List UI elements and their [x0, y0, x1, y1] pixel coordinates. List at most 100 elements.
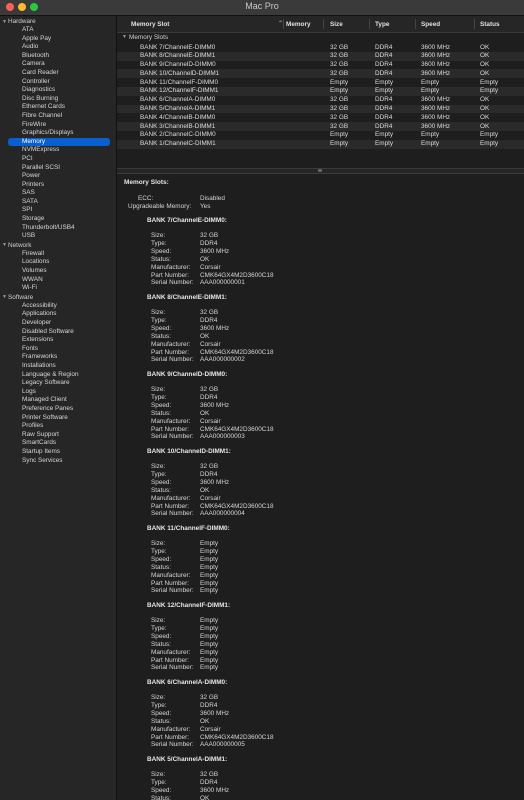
- sidebar-item-fibre-channel[interactable]: Fibre Channel: [0, 112, 116, 121]
- property-value: 32 GB: [200, 694, 219, 701]
- property-label: Manufacturer:: [151, 648, 191, 656]
- sidebar-item-pci[interactable]: PCI: [0, 155, 116, 164]
- sidebar-item-storage[interactable]: Storage: [0, 215, 116, 224]
- cell-speed: 3600 MHz: [421, 69, 451, 77]
- sidebar-item-wi-fi[interactable]: Wi-Fi: [0, 284, 116, 293]
- splitter-grip-icon[interactable]: [318, 169, 322, 172]
- sidebar-item-parallel-scsi[interactable]: Parallel SCSI: [0, 164, 116, 173]
- column-separator[interactable]: [283, 19, 284, 29]
- property-value: DDR4: [200, 470, 218, 478]
- sidebar-item-managed-client[interactable]: Managed Client: [0, 396, 116, 405]
- column-separator[interactable]: [415, 19, 416, 29]
- sidebar-item-extensions[interactable]: Extensions: [0, 336, 116, 345]
- column-separator[interactable]: [369, 19, 370, 29]
- column-header-size[interactable]: Size: [330, 21, 343, 28]
- property-value: DDR4: [200, 778, 218, 786]
- sidebar-item-ethernet-cards[interactable]: Ethernet Cards: [0, 103, 116, 112]
- column-separator[interactable]: [323, 19, 324, 29]
- table-row[interactable]: BANK 9/ChannelD-DIMM0 32 GB DDR4 3600 MH…: [117, 61, 524, 70]
- sidebar-group-hardware[interactable]: ▼ Hardware: [0, 17, 116, 26]
- sidebar-item-developer[interactable]: Developer: [0, 319, 116, 328]
- property-value: CMK64GX4M2D3600C18: [200, 733, 274, 741]
- property-value: 32 GB: [200, 771, 219, 778]
- sidebar-item-sas[interactable]: SAS: [0, 189, 116, 198]
- property-label: Part Number:: [151, 579, 190, 587]
- sidebar-item-bluetooth[interactable]: Bluetooth: [0, 52, 116, 61]
- property-label: Part Number:: [151, 271, 190, 279]
- property-value: 32 GB: [200, 463, 219, 470]
- cell-speed: 3600 MHz: [421, 113, 451, 121]
- sidebar-item-firewire[interactable]: FireWire: [0, 121, 116, 130]
- sidebar-item-sata[interactable]: SATA: [0, 198, 116, 207]
- sidebar-item-printer-software[interactable]: Printer Software: [0, 414, 116, 423]
- table-row[interactable]: BANK 4/ChannelB-DIMM0 32 GB DDR4 3600 MH…: [117, 113, 524, 122]
- sidebar-item-language-region[interactable]: Language & Region: [0, 371, 116, 380]
- sidebar-item-sync-services[interactable]: Sync Services: [0, 457, 116, 466]
- sidebar-item-volumes[interactable]: Volumes: [0, 267, 116, 276]
- sidebar-item-usb[interactable]: USB: [0, 232, 116, 241]
- sidebar-item-wwan[interactable]: WWAN: [0, 276, 116, 285]
- column-header-speed[interactable]: Speed: [421, 21, 440, 28]
- column-header-status[interactable]: Status: [480, 21, 500, 28]
- cell-type: Empty: [375, 78, 394, 86]
- property-value: Corsair: [200, 725, 221, 733]
- sidebar-item-installations[interactable]: Installations: [0, 362, 116, 371]
- table-row[interactable]: BANK 2/ChannelC-DIMM0 Empty Empty Empty …: [117, 131, 524, 140]
- table-row[interactable]: BANK 12/ChannelF-DIMM1 Empty Empty Empty…: [117, 86, 524, 96]
- sidebar-item-firewall[interactable]: Firewall: [0, 250, 116, 259]
- sidebar-item-smartcards[interactable]: SmartCards: [0, 439, 116, 448]
- property-label: Speed:: [151, 632, 172, 640]
- property-label: Status:: [151, 563, 171, 571]
- property-value: 32 GB: [200, 232, 219, 239]
- table-row[interactable]: BANK 6/ChannelA-DIMM0 32 GB DDR4 3600 MH…: [117, 96, 524, 105]
- cell-type: Empty: [375, 131, 394, 139]
- column-header-memory-slot[interactable]: Memory Slot: [131, 21, 169, 28]
- sidebar-group-software[interactable]: ▼ Software: [0, 293, 116, 302]
- disclosure-triangle-icon[interactable]: ▼: [122, 34, 127, 40]
- sidebar-item-graphics-displays[interactable]: Graphics/Displays: [0, 129, 116, 138]
- sidebar-item-nvmexpress[interactable]: NVMExpress: [0, 146, 116, 155]
- property-value: 3600 MHz: [200, 478, 230, 486]
- sidebar-item-disc-burning[interactable]: Disc Burning: [0, 95, 116, 104]
- sidebar-item-card-reader[interactable]: Card Reader: [0, 69, 116, 78]
- sidebar-item-fonts[interactable]: Fonts: [0, 345, 116, 354]
- sidebar-item-diagnostics[interactable]: Diagnostics: [0, 86, 116, 95]
- sidebar-item-controller[interactable]: Controller: [0, 78, 116, 87]
- table-row[interactable]: BANK 8/ChannelE-DIMM1 32 GB DDR4 3600 MH…: [117, 51, 524, 61]
- column-header-type[interactable]: Type: [375, 21, 389, 28]
- column-header-memory[interactable]: Memory: [286, 21, 311, 28]
- sidebar-item-applications[interactable]: Applications: [0, 310, 116, 319]
- column-separator[interactable]: [474, 19, 475, 29]
- sidebar-item-power[interactable]: Power: [0, 172, 116, 181]
- property-value: Empty: [200, 579, 219, 587]
- sidebar-item-printers[interactable]: Printers: [0, 181, 116, 190]
- sidebar-item-legacy-software[interactable]: Legacy Software: [0, 379, 116, 388]
- property-value: DDR4: [200, 239, 218, 247]
- sidebar-item-ata[interactable]: ATA: [0, 26, 116, 35]
- table-row[interactable]: BANK 10/ChannelD-DIMM1 32 GB DDR4 3600 M…: [117, 69, 524, 79]
- sidebar-item-logs[interactable]: Logs: [0, 388, 116, 397]
- property-label: Size:: [151, 232, 166, 239]
- table-row[interactable]: BANK 11/ChannelF-DIMM0 Empty Empty Empty…: [117, 78, 524, 87]
- sidebar-item-thunderbolt-usb4[interactable]: Thunderbolt/USB4: [0, 224, 116, 233]
- sidebar-item-raw-support[interactable]: Raw Support: [0, 431, 116, 440]
- sidebar-item-profiles[interactable]: Profiles: [0, 422, 116, 431]
- table-row[interactable]: BANK 5/ChannelA-DIMM1 32 GB DDR4 3600 MH…: [117, 104, 524, 114]
- sidebar-item-locations[interactable]: Locations: [0, 258, 116, 267]
- table-row[interactable]: BANK 7/ChannelE-DIMM0 32 GB DDR4 3600 MH…: [117, 43, 524, 52]
- sidebar-group-network[interactable]: ▼ Network: [0, 241, 116, 250]
- cell-speed: Empty: [421, 78, 440, 86]
- sidebar-item-camera[interactable]: Camera: [0, 60, 116, 69]
- sidebar-item-preference-panes[interactable]: Preference Panes: [0, 405, 116, 414]
- table-row[interactable]: BANK 3/ChannelB-DIMM1 32 GB DDR4 3600 MH…: [117, 122, 524, 131]
- sidebar-item-spi[interactable]: SPI: [0, 206, 116, 215]
- sidebar-item-memory[interactable]: Memory: [8, 137, 110, 147]
- sidebar-item-apple-pay[interactable]: Apple Pay: [0, 35, 116, 44]
- table-row[interactable]: BANK 1/ChannelC-DIMM1 Empty Empty Empty …: [117, 139, 524, 149]
- memory-slots-group[interactable]: ▼ Memory Slots: [117, 34, 524, 42]
- sidebar-item-frameworks[interactable]: Frameworks: [0, 353, 116, 362]
- sidebar-item-disabled-software[interactable]: Disabled Software: [0, 328, 116, 337]
- sidebar-item-audio[interactable]: Audio: [0, 43, 116, 52]
- sidebar-item-accessibility[interactable]: Accessibility: [0, 302, 116, 311]
- sidebar-item-startup-items[interactable]: Startup Items: [0, 448, 116, 457]
